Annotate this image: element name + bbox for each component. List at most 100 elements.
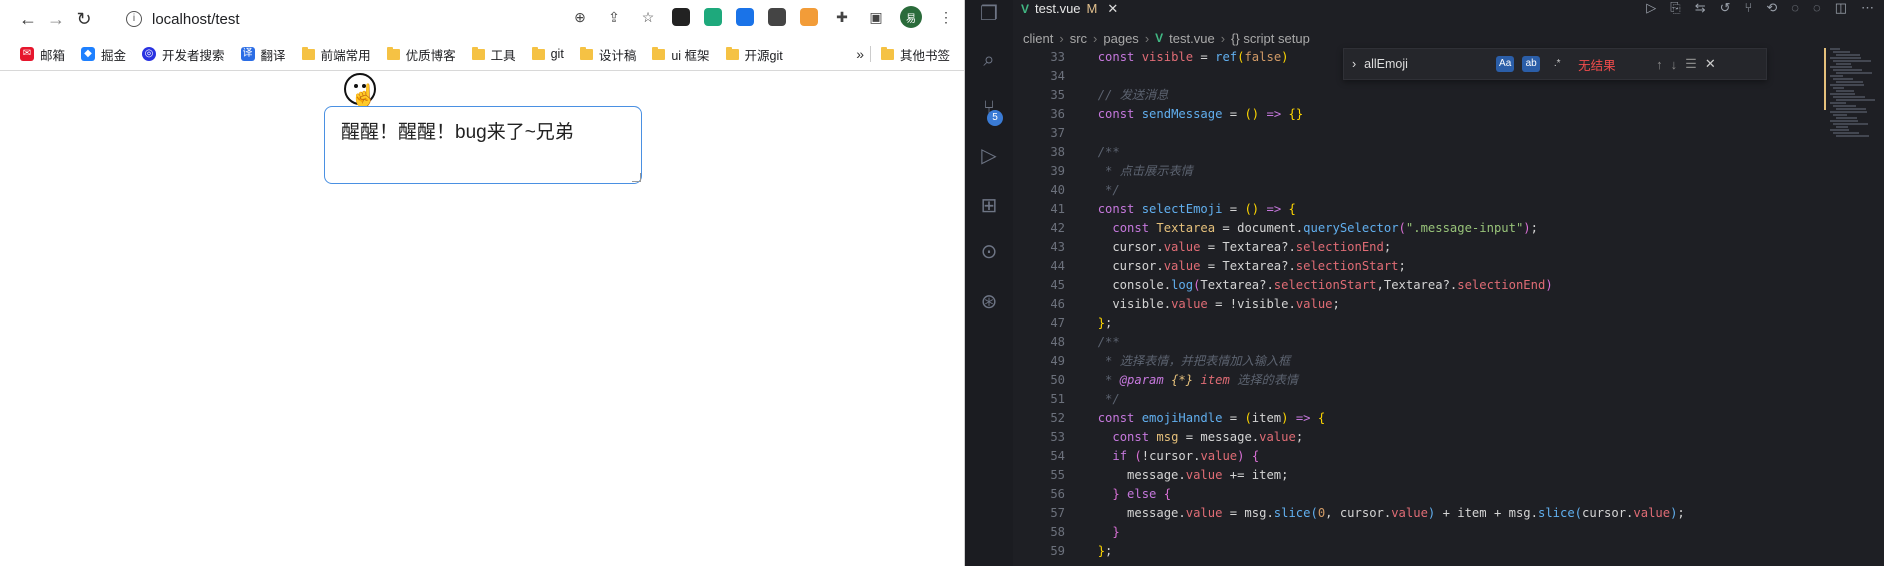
go-back-icon[interactable]: ⟲ <box>1766 0 1777 16</box>
breadcrumb-item[interactable]: pages <box>1103 31 1138 46</box>
whole-word-toggle[interactable]: ab <box>1522 56 1541 72</box>
code-line[interactable]: 50 * @param {*} item 选择的表情 <box>1013 371 1298 390</box>
match-case-toggle[interactable]: Aa <box>1496 56 1515 72</box>
code-line[interactable]: 53 const msg = message.value; <box>1013 428 1303 447</box>
line-number: 59 <box>1050 544 1065 558</box>
minimap[interactable] <box>1826 48 1884 138</box>
bookmark-folder[interactable]: 设计稿 <box>579 45 636 64</box>
bookmark-item[interactable]: ◆ 掘金 <box>81 45 126 64</box>
arrow-up-icon[interactable]: ↑ <box>1656 57 1663 72</box>
code-line[interactable]: 58 } <box>1013 523 1119 542</box>
folder-icon <box>725 46 739 60</box>
bookmarks-bar: ✉ 邮箱 ◆ 掘金 ◎ 开发者搜索 译翻译 前端常用 优质博客 工具 git 设计稿 … <box>0 38 964 71</box>
breadcrumb-item[interactable]: client <box>1023 31 1053 46</box>
nav-icon[interactable]: ◌ <box>1813 0 1821 16</box>
vue-devtools-icon[interactable] <box>704 8 722 26</box>
close-icon[interactable]: ✕ <box>1705 56 1716 72</box>
bookmark-item[interactable]: ✉ 邮箱 <box>20 45 65 64</box>
code-line[interactable]: 55 message.value += item; <box>1013 466 1288 485</box>
other-bookmarks[interactable]: 其他书签 <box>880 38 950 70</box>
code-area[interactable]: 33 const visible = ref(false) 34 35 // 发送… <box>1013 48 1884 566</box>
code-line[interactable]: 48 /** <box>1013 333 1119 352</box>
resize-handle[interactable] <box>632 173 641 182</box>
code-line[interactable]: 43 cursor.value = Textarea?.selectionEnd… <box>1013 238 1391 257</box>
share-icon[interactable]: ⇪ <box>604 7 624 27</box>
code-line[interactable]: 33 const visible = ref(false) <box>1013 48 1288 67</box>
timeline-icon[interactable]: ↺ <box>1720 0 1731 16</box>
bookmark-folder[interactable]: git <box>531 46 564 61</box>
code-line[interactable]: 37 <box>1013 124 1098 143</box>
back-button[interactable]: ← <box>14 5 42 33</box>
close-icon[interactable]: ✕ <box>1107 1 1118 17</box>
bookmark-folder[interactable]: 工具 <box>471 45 516 64</box>
code-line[interactable]: 45 console.log(Textarea?.selectionStart,… <box>1013 276 1552 295</box>
compare-icon[interactable]: ⇆ <box>1695 0 1706 16</box>
code-line[interactable]: 54 if (!cursor.value) { <box>1013 447 1259 466</box>
code-line[interactable]: 46 visible.value = !visible.value; <box>1013 295 1340 314</box>
selection-icon[interactable]: ☰ <box>1685 56 1697 72</box>
message-input[interactable]: 醒醒！醒醒！bug来了~兄弟 <box>324 106 642 184</box>
explorer-icon[interactable]: ❐ <box>977 2 1001 26</box>
reload-button[interactable]: ↻ <box>70 5 98 33</box>
code-line[interactable]: 57 message.value = msg.slice(0, cursor.v… <box>1013 504 1684 523</box>
breadcrumb-item[interactable]: {} script setup <box>1231 31 1310 46</box>
minimap-line <box>1836 54 1860 56</box>
bookmark-item[interactable]: 译翻译 <box>240 45 286 64</box>
code-line[interactable]: 44 cursor.value = Textarea?.selectionSta… <box>1013 257 1406 276</box>
remote-icon[interactable]: ⊛ <box>977 290 1001 314</box>
open-changes-icon[interactable]: ⎘ <box>1670 0 1680 16</box>
search-icon[interactable]: ⌕ <box>977 48 1001 72</box>
more-actions-icon[interactable]: ⋯ <box>1861 0 1874 16</box>
info-icon[interactable]: i <box>126 11 142 27</box>
extension-icon[interactable] <box>800 8 818 26</box>
code-line[interactable]: 52 const emojiHandle = (item) => { <box>1013 409 1325 428</box>
code-line[interactable]: 56 } else { <box>1013 485 1171 504</box>
regex-toggle[interactable]: .* <box>1548 56 1566 72</box>
code-text: * 选择表情，并把表情加入输入框 <box>1097 354 1291 368</box>
find-input[interactable]: allEmoji <box>1364 57 1488 71</box>
run-debug-icon[interactable]: ▷ <box>977 144 1001 168</box>
extension-icon[interactable] <box>672 8 690 26</box>
code-line[interactable]: 47 }; <box>1013 314 1112 333</box>
code-line[interactable]: 49 * 选择表情，并把表情加入输入框 <box>1013 352 1290 371</box>
sidepanel-icon[interactable]: ▣ <box>866 7 886 27</box>
breadcrumb-item[interactable]: test.vue <box>1169 31 1215 46</box>
nav-icon[interactable]: ◌ <box>1791 0 1799 16</box>
code-line[interactable]: 42 const Textarea = document.querySelect… <box>1013 219 1538 238</box>
extension-icon[interactable] <box>736 8 754 26</box>
zoom-icon[interactable]: ⊕ <box>570 7 590 27</box>
forward-button[interactable]: → <box>42 5 70 33</box>
code-line[interactable]: 40 */ <box>1013 181 1119 200</box>
address-bar[interactable]: i localhost/test <box>126 11 240 28</box>
bookmark-folder[interactable]: 前端常用 <box>301 45 371 64</box>
star-icon[interactable]: ☆ <box>638 7 658 27</box>
line-number: 41 <box>1050 202 1065 216</box>
code-line[interactable]: 39 * 点击展示表情 <box>1013 162 1193 181</box>
extensions-icon[interactable]: ⊞ <box>977 194 1001 218</box>
avatar[interactable]: 易 <box>900 6 922 28</box>
code-line[interactable]: 35 // 发送消息 <box>1013 86 1168 105</box>
breadcrumb-item[interactable]: src <box>1070 31 1087 46</box>
code-line[interactable]: 34 <box>1013 67 1098 86</box>
code-line[interactable]: 36 const sendMessage = () => {} <box>1013 105 1303 124</box>
bookmark-folder[interactable]: 优质博客 <box>386 45 456 64</box>
code-line[interactable]: 59 }; <box>1013 542 1112 561</box>
run-icon[interactable]: ▷ <box>1646 0 1656 16</box>
url-text[interactable]: localhost/test <box>152 11 240 28</box>
chevron-right-icon[interactable]: › <box>1352 57 1356 71</box>
git-compare-icon[interactable]: ⑂ <box>1745 0 1753 16</box>
code-line[interactable]: 41 const selectEmoji = () => { <box>1013 200 1296 219</box>
bookmark-folder[interactable]: ui 框架 <box>652 45 710 64</box>
code-line[interactable]: 38 /** <box>1013 143 1119 162</box>
arrow-down-icon[interactable]: ↓ <box>1671 57 1678 72</box>
more-bookmarks-button[interactable]: » <box>856 46 864 62</box>
puzzle-icon[interactable]: ✚ <box>832 7 852 27</box>
tab-test-vue[interactable]: V test.vue M ✕ <box>1021 0 1118 17</box>
bookmark-item[interactable]: ◎ 开发者搜索 <box>142 45 225 64</box>
git-graph-icon[interactable]: ⊙ <box>977 240 1001 264</box>
split-editor-icon[interactable]: ◫ <box>1835 0 1847 16</box>
qr-icon[interactable] <box>768 8 786 26</box>
code-line[interactable]: 51 */ <box>1013 390 1119 409</box>
menu-icon[interactable]: ⋮ <box>936 7 956 27</box>
bookmark-folder[interactable]: 开源git <box>725 45 783 64</box>
